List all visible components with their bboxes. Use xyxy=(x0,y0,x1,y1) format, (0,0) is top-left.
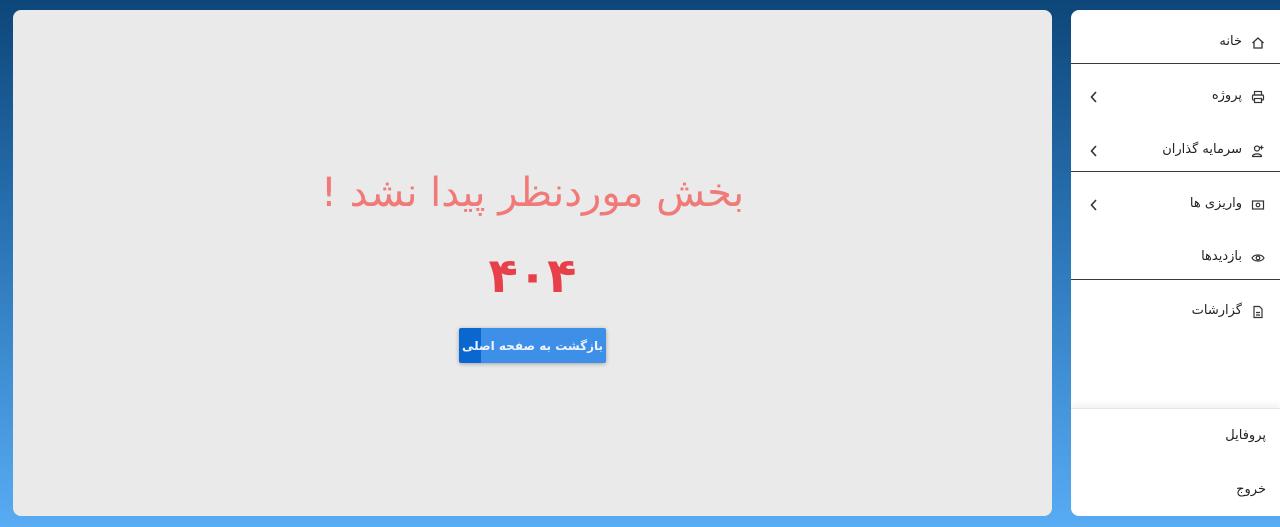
back-to-home-button[interactable]: بازگشت به صفحه اصلی xyxy=(459,328,606,363)
sidebar-item-deposits[interactable]: واریزی ها xyxy=(1071,188,1280,224)
sidebar-item-label: سرمایه گذاران xyxy=(1162,142,1242,157)
money-icon xyxy=(1251,200,1265,210)
error-message: بخش موردنظر پیدا نشد ! xyxy=(320,170,745,216)
user-plus-icon xyxy=(1251,145,1264,158)
sidebar-bottom-section: پروفایل خروج xyxy=(1071,408,1280,516)
sidebar-divider xyxy=(1071,279,1280,280)
sidebar-divider xyxy=(1071,171,1280,172)
chevron-left-icon xyxy=(1090,91,1097,103)
main-content-panel: بخش موردنظر پیدا نشد ! ۴۰۴ بازگشت به صفح… xyxy=(13,10,1052,516)
sidebar-divider xyxy=(1071,63,1280,64)
sidebar: خانه پروژه سرمایه گذاران واریزی ها بازدی… xyxy=(1071,10,1280,516)
sidebar-item-label: گزارشات xyxy=(1191,303,1242,318)
sidebar-item-label: خانه xyxy=(1219,34,1242,49)
eye-icon xyxy=(1251,254,1265,262)
logout-link[interactable]: خروج xyxy=(1236,482,1266,497)
file-report-icon xyxy=(1253,305,1263,319)
printer-icon xyxy=(1251,90,1265,104)
sidebar-item-investors[interactable]: سرمایه گذاران xyxy=(1071,134,1280,170)
sidebar-item-visits[interactable]: بازدیدها xyxy=(1071,241,1280,277)
sidebar-item-projects[interactable]: پروژه xyxy=(1071,80,1280,116)
sidebar-item-label: بازدیدها xyxy=(1201,249,1242,264)
sidebar-item-reports[interactable]: گزارشات xyxy=(1071,295,1280,331)
sidebar-item-label: واریزی ها xyxy=(1189,196,1242,211)
sidebar-item-label: پروژه xyxy=(1211,88,1242,103)
chevron-left-icon xyxy=(1090,199,1097,211)
sidebar-item-home[interactable]: خانه xyxy=(1071,26,1280,62)
profile-link[interactable]: پروفایل xyxy=(1225,428,1266,443)
error-code: ۴۰۴ xyxy=(488,248,577,304)
chevron-left-icon xyxy=(1090,145,1097,157)
home-icon xyxy=(1252,37,1264,49)
